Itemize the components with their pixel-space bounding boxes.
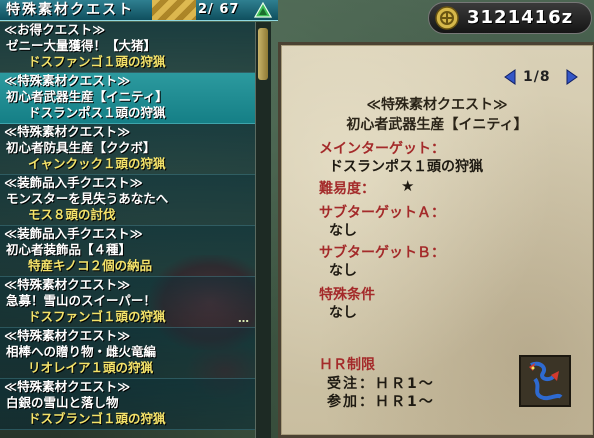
quest-target: モス８頭の討伐 (28, 207, 116, 222)
left-arrow-icon[interactable] (503, 69, 517, 85)
quest-detail-panel: 1/8 ≪特殊素材クエスト≫ 初心者武器生産【イニティ】 メインターゲット： ド… (278, 42, 594, 438)
quest-name: 初心者防具生産【ククボ】 (6, 140, 156, 155)
quest-name: 相棒への贈り物・雌火竜編 (6, 344, 157, 359)
quest-name: 白銀の雪山と落し物 (6, 395, 119, 410)
quest-list-item-selected[interactable]: ≪特殊素材クエスト≫ 初心者武器生産【イニティ】 ドスランポス１頭の狩猟 (0, 73, 255, 124)
page-indicator: 1/8 (523, 69, 551, 85)
detail-quest-category: ≪特殊素材クエスト≫ (366, 97, 508, 113)
quest-category: ≪特殊素材クエスト≫ (4, 73, 131, 88)
quest-list-item[interactable]: ≪特殊素材クエスト≫ 急募！雪山のスイーパー！ ドスファンゴ１頭の狩猟 … (0, 277, 255, 328)
quest-list-header: 特殊素材クエスト 2/ 67 (0, 0, 278, 21)
quest-name: 急募！雪山のスイーパー！ (6, 293, 156, 308)
quest-list-title: 特殊素材クエスト (6, 2, 134, 18)
money-display: 3121416z (428, 2, 592, 34)
difficulty-star-icon: ★ (401, 177, 415, 195)
page-navigation: 1/8 (503, 67, 583, 87)
quest-target: ドスランポス１頭の狩猟 (28, 105, 166, 120)
quest-target: ドスブランゴ１頭の狩猟 (28, 411, 166, 426)
quest-count: 2/ 67 (198, 2, 240, 17)
difficulty-label: 難易度： (319, 181, 375, 197)
title-arrows-decoration (152, 0, 196, 20)
quest-name: モンスターを見失うあなたへ (6, 191, 169, 206)
sub-target-b-label: サブターゲットＢ： (319, 245, 445, 261)
main-target-label: メインターゲット： (319, 141, 445, 157)
quest-category: ≪装飾品入手クエスト≫ (4, 175, 143, 190)
quest-category: ≪特殊素材クエスト≫ (4, 379, 131, 394)
hr-restriction-title: ＨＲ制限 (319, 357, 375, 373)
monster-icon (519, 355, 571, 407)
quest-list-scrollbar[interactable] (255, 22, 271, 438)
quest-list-item[interactable]: ≪お得クエスト≫ ゼニー大量獲得！【大猪】 ドスファンゴ１頭の狩猟 (0, 22, 255, 73)
quest-list-item[interactable]: ≪特殊素材クエスト≫ 相棒への贈り物・雌火竜編 リオレイア１頭の狩猟 (0, 328, 255, 379)
sub-target-b-value: なし (329, 263, 357, 279)
more-indicator: … (238, 312, 249, 325)
sub-target-a-label: サブターゲットＡ： (319, 205, 445, 221)
quest-target: リオレイア１頭の狩猟 (28, 360, 154, 375)
quest-list-item[interactable]: ≪特殊素材クエスト≫ 初心者防具生産【ククボ】 イャンクック１頭の狩猟 (0, 124, 255, 175)
hr-join: 参加：ＨＲ1〜 (327, 394, 435, 410)
quest-name: ゼニー大量獲得！【大猪】 (6, 38, 157, 53)
quest-list-item[interactable]: ≪装飾品入手クエスト≫ モンスターを見失うあなたへ モス８頭の討伐 (0, 175, 255, 226)
quest-category: ≪特殊素材クエスト≫ (4, 328, 131, 343)
quest-list: ≪お得クエスト≫ ゼニー大量獲得！【大猪】 ドスファンゴ１頭の狩猟 ≪特殊素材ク… (0, 22, 255, 438)
quest-target: ドスファンゴ１頭の狩猟 (28, 309, 166, 324)
detail-quest-name: 初心者武器生産【イニティ】 (346, 117, 528, 133)
money-value: 3121416z (467, 7, 574, 28)
quest-target: ドスファンゴ１頭の狩猟 (28, 54, 166, 69)
quest-category: ≪お得クエスト≫ (4, 22, 106, 37)
quest-name: 初心者装飾品【４種】 (6, 242, 132, 257)
quest-target: 特産キノコ２個の納品 (28, 258, 153, 273)
triangle-icon[interactable] (254, 2, 272, 18)
quest-category: ≪特殊素材クエスト≫ (4, 277, 131, 292)
main-target-value: ドスランポス１頭の狩猟 (329, 159, 483, 175)
scrollbar-thumb[interactable] (258, 28, 268, 80)
quest-target: イャンクック１頭の狩猟 (28, 156, 166, 171)
quest-list-item[interactable]: ≪特殊素材クエスト≫ 白銀の雪山と落し物 ドスブランゴ１頭の狩猟 (0, 379, 255, 430)
hr-accept: 受注：ＨＲ1〜 (327, 376, 435, 392)
special-conditions-label: 特殊条件 (319, 287, 375, 303)
quest-category: ≪装飾品入手クエスト≫ (4, 226, 143, 241)
quest-category: ≪特殊素材クエスト≫ (4, 124, 131, 139)
special-conditions-value: なし (329, 305, 357, 321)
quest-name: 初心者武器生産【イニティ】 (6, 89, 168, 104)
coin-icon (435, 6, 459, 30)
right-arrow-icon[interactable] (565, 69, 579, 85)
quest-list-item[interactable]: ≪装飾品入手クエスト≫ 初心者装飾品【４種】 特産キノコ２個の納品 (0, 226, 255, 277)
sub-target-a-value: なし (329, 223, 357, 239)
